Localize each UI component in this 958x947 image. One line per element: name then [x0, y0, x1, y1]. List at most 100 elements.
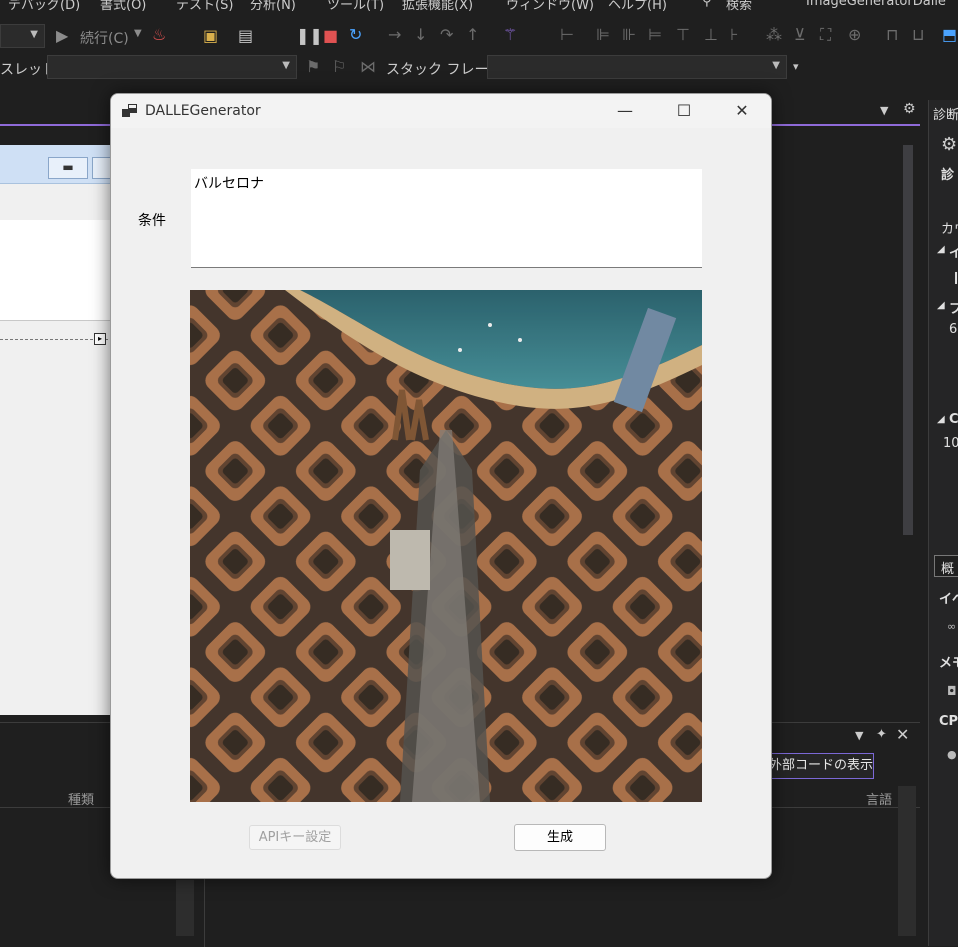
flag-icon[interactable]: ⚑ [306, 57, 320, 76]
size-icon[interactable]: ⁂ [766, 25, 782, 44]
barcelona-aerial-image [190, 290, 702, 802]
play-icon[interactable]: ▶ [56, 26, 68, 45]
tab-summary[interactable]: 概 [934, 555, 958, 577]
condition-input[interactable]: バルセロナ [191, 169, 702, 268]
designer-textbox[interactable] [0, 220, 112, 321]
settings-icon[interactable]: ⚙ [941, 134, 957, 155]
generate-button[interactable]: 生成 [514, 824, 606, 851]
designer-selection-border [0, 339, 108, 340]
expand-cpu-icon[interactable]: ◢ [937, 414, 945, 425]
smart-tag-icon[interactable]: ▸ [94, 333, 106, 345]
stack-frame-dropdown[interactable]: ▼ [487, 55, 787, 79]
panel-menu-icon[interactable]: ▼ [855, 729, 863, 742]
diagnostics-icon[interactable]: ⚚ [503, 25, 517, 44]
hot-reload-icon[interactable]: ♨ [152, 25, 166, 44]
record-icon[interactable]: ● [947, 748, 957, 761]
stack-icon[interactable]: ⋈ [360, 57, 376, 76]
step-over-icon[interactable]: ↷ [440, 25, 453, 44]
designer-form-titlebar: ▬ [0, 145, 116, 184]
left-pane-scrollbar[interactable] [176, 880, 194, 936]
align-middle-icon[interactable]: ⊥ [704, 25, 718, 44]
step-out-icon[interactable]: ↑ [466, 25, 479, 44]
zoom-icon[interactable]: ⊕ [848, 25, 861, 44]
ide-menubar: デバッグ(D) 書式(O) テスト(S) 分析(N) ツール(T) 拡張機能(X… [0, 0, 958, 20]
chevron-down-icon: ▼ [772, 60, 780, 71]
tab-list-icon[interactable]: ▼ [880, 104, 888, 117]
step-next-icon[interactable]: → [388, 25, 401, 44]
menu-analyze[interactable]: 分析(N) [250, 0, 296, 13]
pause-icon[interactable]: ❚❚ [296, 26, 323, 45]
section-events: イベ [939, 592, 958, 607]
editor-vertical-scrollbar[interactable] [903, 145, 913, 535]
event-marker-icon: ❙ [951, 270, 958, 284]
menu-test[interactable]: テスト(S) [176, 0, 233, 13]
link-icon[interactable]: ∞ [947, 620, 956, 633]
camera-icon[interactable]: ◘ [947, 684, 957, 698]
search-label[interactable]: 検索 [726, 0, 752, 13]
align-left-icon[interactable]: ⊫ [596, 25, 610, 44]
menu-window[interactable]: ウィンドウ(W) [506, 0, 594, 13]
minimize-icon: — [617, 101, 633, 120]
minimize-icon[interactable]: ▬ [48, 157, 88, 179]
diagnostics-panel: 診断 ⚙ 診 カウ ◢ イ ❙ ◢ フ 6 ◢ C 10 概 イベ ∞ メモ ◘… [928, 100, 958, 946]
close-icon: ✕ [735, 101, 749, 120]
diag-session: 診 [941, 168, 955, 183]
section-cpu: CPU [939, 714, 958, 729]
column-language[interactable]: 言語 [866, 789, 892, 808]
diag-memory-value: 6 [949, 322, 958, 337]
align-bottom-icon[interactable]: ⊦ [730, 25, 738, 44]
chevron-down-icon: ▼ [282, 60, 290, 71]
minimize-button[interactable]: — [596, 94, 654, 128]
expand-icon[interactable]: ⛶ [820, 25, 831, 45]
spacing-icon[interactable]: ⊻ [794, 25, 806, 44]
diag-count: カウ [941, 222, 958, 237]
send-back-icon[interactable]: ⊔ [912, 25, 924, 44]
window-icon[interactable]: ▤ [238, 26, 253, 45]
align-right-icon[interactable]: ⊨ [648, 25, 662, 44]
api-key-settings-button[interactable]: APIキー設定 [249, 825, 341, 850]
diag-memory: フ [949, 302, 958, 317]
generated-image [190, 290, 702, 802]
dalle-generator-window: DALLEGenerator — ☐ ✕ 条件 バルセロナ APIキー設定 生成 [110, 93, 772, 879]
menu-help[interactable]: ヘルプ(H) [608, 0, 667, 13]
flag-all-icon[interactable]: ⚐ [332, 57, 346, 76]
condition-label: 条件 [138, 213, 166, 229]
align-center-icon[interactable]: ⊪ [622, 25, 636, 44]
stop-icon[interactable]: ■ [323, 26, 338, 45]
maximize-button[interactable]: ☐ [655, 94, 713, 128]
overflow-icon[interactable]: ▾ [793, 60, 799, 73]
close-button[interactable]: ✕ [713, 94, 771, 128]
config-dropdown[interactable]: ▼ [0, 24, 45, 48]
search-icon[interactable]: ⚲ [702, 0, 712, 9]
chevron-down-icon[interactable]: ▼ [134, 28, 142, 39]
folder-icon[interactable]: ▣ [203, 26, 218, 45]
share-icon[interactable]: ⬒ [942, 25, 957, 44]
menu-format[interactable]: 書式(O) [100, 0, 146, 13]
menu-debug[interactable]: デバッグ(D) [8, 0, 80, 13]
continue-label[interactable]: 続行(C) [80, 28, 129, 48]
close-icon[interactable]: ✕ [896, 725, 909, 744]
window-titlebar[interactable]: DALLEGenerator — ☐ ✕ [111, 94, 771, 128]
gear-icon[interactable]: ⚙ [903, 101, 916, 117]
ide-toolbar-debug-location: スレッド: ▼ ⚑ ⚐ ⋈ スタック フレーム: ▼ ▾ [0, 54, 958, 84]
diag-title: 診断 [933, 108, 958, 123]
diag-cpu-value: 10 [943, 436, 958, 451]
menu-tools[interactable]: ツール(T) [327, 0, 384, 13]
restart-icon[interactable]: ↻ [349, 25, 362, 44]
breakpoint-icon[interactable]: ⊢ [560, 25, 574, 44]
expand-memory-icon[interactable]: ◢ [937, 300, 945, 311]
maximize-icon: ☐ [676, 101, 692, 120]
ide-toolbar-main: ▼ ▶ 続行(C) ▼ ♨ ▣ ▤ ❚❚ ■ ↻ → ↓ ↷ ↑ ⚚ ⊢ ⊫ ⊪… [0, 20, 958, 54]
menu-extensions[interactable]: 拡張機能(X) [402, 0, 473, 13]
chevron-down-icon: ▼ [30, 29, 38, 40]
align-top-icon[interactable]: ⊤ [676, 25, 690, 44]
thread-dropdown[interactable]: ▼ [47, 55, 297, 79]
bring-front-icon[interactable]: ⊓ [886, 25, 898, 44]
step-into-icon[interactable]: ↓ [414, 25, 427, 44]
solution-title: ImageGeneratorDalle [806, 0, 946, 9]
expand-events-icon[interactable]: ◢ [937, 244, 945, 255]
call-stack-scrollbar[interactable] [898, 786, 916, 936]
pin-icon[interactable]: ✦ [876, 727, 887, 742]
column-type[interactable]: 種類 [68, 789, 94, 808]
show-external-code-button[interactable]: 外部コードの表示 [764, 753, 874, 779]
